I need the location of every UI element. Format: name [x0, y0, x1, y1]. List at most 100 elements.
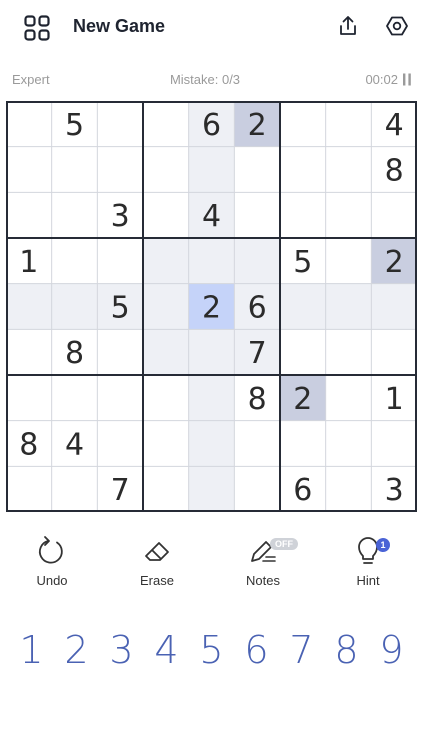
cell-r1-c8[interactable]	[325, 101, 372, 147]
action-toolbar: Undo Erase OFF Notes 1 Hint	[0, 535, 422, 595]
hint-button[interactable]: 1 Hint	[328, 535, 408, 595]
cell-r5-c1[interactable]	[6, 283, 52, 330]
cell-r4-c6[interactable]	[234, 238, 280, 284]
cell-r3-c6[interactable]	[234, 192, 280, 238]
cell-r9-c8[interactable]	[325, 466, 372, 512]
cell-r4-c4[interactable]	[143, 238, 189, 284]
cell-digit: 4	[202, 199, 221, 234]
cell-r8-c9[interactable]	[371, 420, 417, 467]
cell-r6-c9[interactable]	[371, 329, 417, 375]
cell-r3-c7[interactable]	[280, 192, 326, 238]
hint-label: Hint	[356, 573, 380, 588]
cell-r2-c7[interactable]	[280, 146, 326, 193]
cell-r7-c3[interactable]	[97, 375, 143, 421]
settings-hexagon-icon[interactable]	[385, 14, 409, 38]
cell-digit: 2	[202, 291, 221, 326]
cell-r9-c5[interactable]	[188, 466, 235, 512]
cell-r7-c2[interactable]	[51, 375, 98, 421]
cell-r1-c4[interactable]	[143, 101, 189, 147]
timer: 00:02	[365, 72, 398, 87]
sudoku-board: 56248341525268782184763	[6, 101, 417, 512]
cell-digit: 7	[111, 473, 130, 508]
cell-r6-c3[interactable]	[97, 329, 143, 375]
cell-r1-c1[interactable]	[6, 101, 52, 147]
cell-r8-c4[interactable]	[143, 420, 189, 467]
erase-label: Erase	[140, 573, 174, 588]
cell-digit: 7	[248, 336, 267, 371]
cell-r2-c5[interactable]	[188, 146, 235, 193]
cell-r9-c2[interactable]	[51, 466, 98, 512]
cell-r3-c2[interactable]	[51, 192, 98, 238]
number-button-4[interactable]: 4	[144, 622, 189, 678]
cell-digit: 2	[248, 108, 267, 143]
number-button-8[interactable]: 8	[324, 622, 369, 678]
cell-r5-c4[interactable]	[143, 283, 189, 330]
cell-digit: 8	[19, 428, 38, 463]
sudoku-grid[interactable]: 5 6 2 483 41 5 25 2 68 78 2 18 47 6 3	[6, 101, 417, 512]
cell-r1-c3[interactable]	[97, 101, 143, 147]
cell-r2-c4[interactable]	[143, 146, 189, 193]
cell-r6-c7[interactable]	[280, 329, 326, 375]
page-title: New Game	[73, 16, 166, 36]
mistake-counter: Mistake: 0/3	[169, 72, 241, 87]
cell-digit: 4	[65, 428, 84, 463]
number-button-5[interactable]: 5	[189, 622, 234, 678]
cell-r7-c4[interactable]	[143, 375, 189, 421]
cell-r1-c7[interactable]	[280, 101, 326, 147]
number-button-1[interactable]: 1	[9, 622, 54, 678]
cell-r5-c2[interactable]	[51, 283, 98, 330]
cell-r6-c5[interactable]	[188, 329, 235, 375]
cell-r3-c4[interactable]	[143, 192, 189, 238]
undo-icon	[38, 536, 63, 564]
cell-r3-c9[interactable]	[371, 192, 417, 238]
cell-r4-c3[interactable]	[97, 238, 143, 284]
cell-r8-c6[interactable]	[234, 420, 280, 467]
undo-label: Undo	[36, 573, 68, 588]
cell-r9-c6[interactable]	[234, 466, 280, 512]
number-button-7[interactable]: 7	[279, 622, 324, 678]
cell-r4-c2[interactable]	[51, 238, 98, 284]
erase-button[interactable]: Erase	[117, 535, 197, 595]
cell-r2-c2[interactable]	[51, 146, 98, 193]
cell-digit: 4	[385, 108, 404, 143]
cell-r8-c7[interactable]	[280, 420, 326, 467]
share-icon[interactable]	[336, 14, 360, 38]
cell-r2-c8[interactable]	[325, 146, 372, 193]
cell-r4-c8[interactable]	[325, 238, 372, 284]
cell-r6-c1[interactable]	[6, 329, 52, 375]
cell-digit: 1	[19, 245, 38, 280]
cell-digit: 8	[248, 382, 267, 417]
cell-digit: 6	[248, 291, 267, 326]
cell-r8-c5[interactable]	[188, 420, 235, 467]
cell-r9-c1[interactable]	[6, 466, 52, 512]
cell-digit: 3	[385, 473, 404, 508]
cell-r7-c8[interactable]	[325, 375, 372, 421]
cell-r9-c4[interactable]	[143, 466, 189, 512]
cell-r7-c5[interactable]	[188, 375, 235, 421]
number-button-2[interactable]: 2	[54, 622, 99, 678]
cell-r2-c1[interactable]	[6, 146, 52, 193]
cell-digit: 8	[385, 154, 404, 189]
cell-r7-c1[interactable]	[6, 375, 52, 421]
notes-button[interactable]: OFF Notes	[223, 535, 303, 595]
cell-r3-c1[interactable]	[6, 192, 52, 238]
cell-r8-c3[interactable]	[97, 420, 143, 467]
number-button-9[interactable]: 9	[369, 622, 414, 678]
cell-r5-c7[interactable]	[280, 283, 326, 330]
undo-button[interactable]: Undo	[12, 535, 92, 595]
cell-r6-c8[interactable]	[325, 329, 372, 375]
cell-r3-c8[interactable]	[325, 192, 372, 238]
cell-r5-c8[interactable]	[325, 283, 372, 330]
cell-r6-c4[interactable]	[143, 329, 189, 375]
cell-digit: 2	[293, 382, 312, 417]
cell-r8-c8[interactable]	[325, 420, 372, 467]
hint-count-badge: 1	[376, 538, 390, 552]
cell-r2-c3[interactable]	[97, 146, 143, 193]
cell-r4-c5[interactable]	[188, 238, 235, 284]
menu-grid-icon[interactable]	[24, 15, 50, 41]
pause-icon[interactable]	[402, 73, 412, 86]
number-button-3[interactable]: 3	[99, 622, 144, 678]
cell-r5-c9[interactable]	[371, 283, 417, 330]
cell-r2-c6[interactable]	[234, 146, 280, 193]
number-button-6[interactable]: 6	[234, 622, 279, 678]
